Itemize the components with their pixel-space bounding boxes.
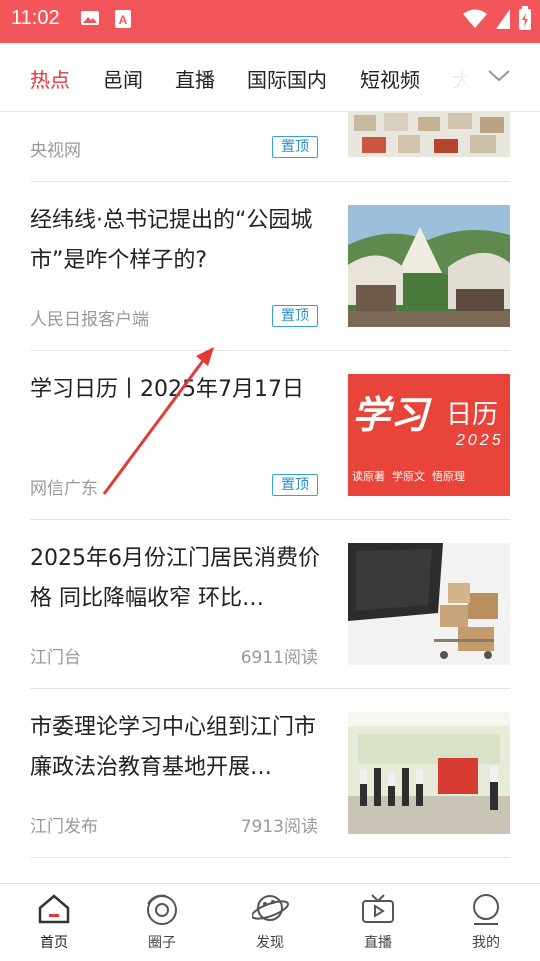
profile-icon	[473, 894, 499, 925]
home-icon	[38, 894, 70, 924]
nav-live[interactable]: 直播	[338, 884, 418, 961]
tv-icon	[362, 894, 394, 923]
nav-label: 直播	[364, 935, 392, 951]
nav-label: 发现	[256, 935, 284, 951]
circle-target-icon	[147, 894, 177, 925]
nav-circle[interactable]: 圈子	[122, 884, 202, 961]
nav-profile[interactable]: 我的	[446, 884, 526, 961]
bottom-navigation: 首页 圈子 发现 直播 我的	[0, 883, 540, 961]
nav-discover[interactable]: 发现	[230, 884, 310, 961]
annotation-arrow	[102, 347, 214, 495]
planet-icon	[252, 895, 289, 921]
nav-home[interactable]: 首页	[14, 884, 94, 961]
nav-label: 首页	[40, 935, 68, 951]
nav-label: 圈子	[148, 935, 176, 951]
nav-label: 我的	[472, 935, 500, 951]
